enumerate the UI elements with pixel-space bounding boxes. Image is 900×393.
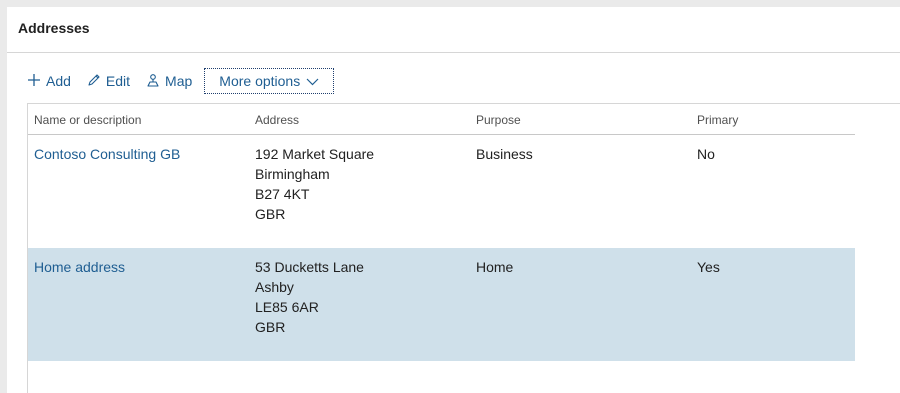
table-row[interactable]: Contoso Consulting GB 192 Market Square …	[28, 135, 855, 248]
chevron-down-icon	[300, 73, 319, 89]
map-pin-icon	[146, 73, 165, 90]
plus-icon	[27, 73, 46, 90]
address-line: Ashby	[255, 279, 294, 295]
address-line: 192 Market Square	[255, 146, 375, 162]
edit-button-label: Edit	[105, 73, 131, 89]
address-line: GBR	[255, 206, 286, 222]
column-header-address[interactable]: Address	[255, 113, 299, 127]
add-button[interactable]: Add	[27, 68, 71, 94]
row-address: 192 Market Square Birmingham B27 4KT GBR	[255, 144, 374, 224]
map-button-label: Map	[165, 73, 193, 89]
table-row-selected[interactable]: Home address 53 Ducketts Lane Ashby LE85…	[28, 248, 855, 361]
panel-title: Addresses	[18, 20, 90, 36]
address-line: GBR	[255, 319, 286, 335]
row-primary: Yes	[697, 259, 720, 275]
addresses-panel: Addresses Add Edit Map More options Name…	[7, 7, 900, 393]
address-line: LE85 6AR	[255, 299, 319, 315]
address-line: 53 Ducketts Lane	[255, 259, 364, 275]
row-primary: No	[697, 146, 715, 162]
grid-header: Name or description Address Purpose Prim…	[28, 104, 855, 135]
addresses-grid: Name or description Address Purpose Prim…	[27, 103, 900, 393]
row-name-link[interactable]: Home address	[34, 257, 125, 277]
row-name-link[interactable]: Contoso Consulting GB	[34, 144, 180, 164]
panel-header: Addresses	[7, 7, 900, 53]
column-header-name[interactable]: Name or description	[34, 113, 141, 127]
column-header-primary[interactable]: Primary	[697, 113, 738, 127]
address-line: Birmingham	[255, 166, 330, 182]
pencil-icon	[87, 73, 106, 90]
toolbar: Add Edit Map More options	[27, 67, 350, 95]
row-address: 53 Ducketts Lane Ashby LE85 6AR GBR	[255, 257, 364, 337]
more-options-label: More options	[219, 73, 301, 89]
add-button-label: Add	[46, 73, 71, 89]
row-purpose: Home	[476, 259, 514, 275]
column-header-purpose[interactable]: Purpose	[476, 113, 521, 127]
row-purpose: Business	[476, 146, 533, 162]
edit-button[interactable]: Edit	[87, 68, 130, 94]
map-button[interactable]: Map	[146, 68, 192, 94]
address-line: B27 4KT	[255, 186, 310, 202]
more-options-button[interactable]: More options	[204, 68, 335, 94]
app-frame: Addresses Add Edit Map More options Name…	[0, 0, 900, 393]
